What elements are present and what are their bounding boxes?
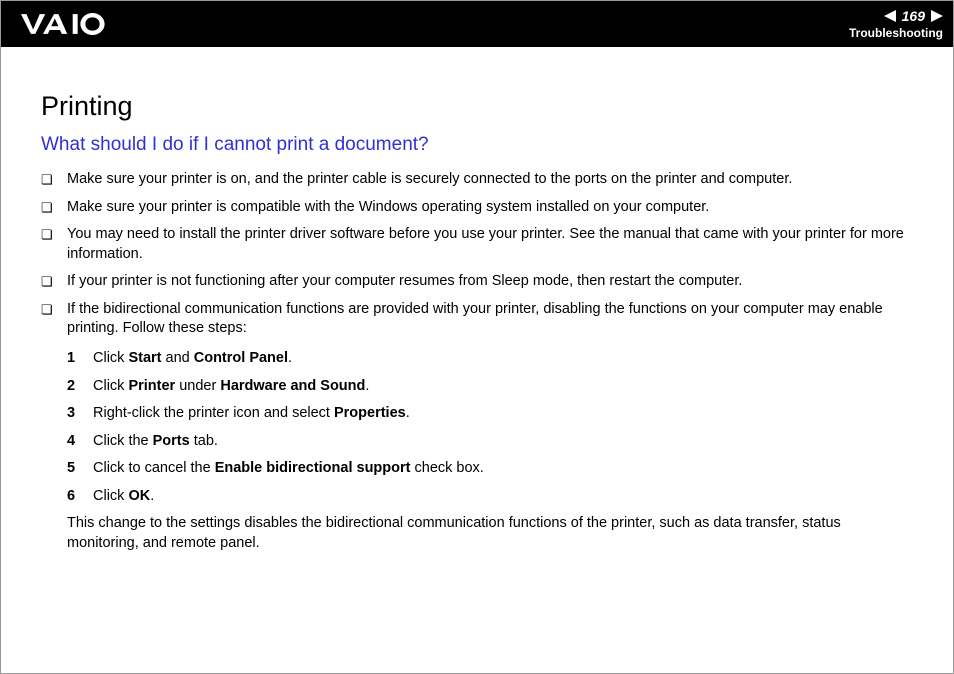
- bullet-icon: ❏: [41, 272, 67, 292]
- next-page-arrow-icon[interactable]: [931, 10, 943, 22]
- question-heading: What should I do if I cannot print a doc…: [41, 134, 913, 156]
- vaio-logo: [21, 1, 131, 47]
- trailing-note: This change to the settings disables the…: [41, 514, 913, 553]
- list-item: ❏ You may need to install the printer dr…: [41, 225, 913, 264]
- section-label: Troubleshooting: [849, 26, 943, 40]
- bullet-text: If the bidirectional communication funct…: [67, 300, 913, 339]
- bullet-text: You may need to install the printer driv…: [67, 225, 913, 264]
- step-item: 5 Click to cancel the Enable bidirection…: [67, 459, 913, 479]
- step-item: 3 Right-click the printer icon and selec…: [67, 404, 913, 424]
- header-right: 169 Troubleshooting: [849, 8, 943, 40]
- page-number: 169: [900, 8, 927, 24]
- numbered-steps: 1 Click Start and Control Panel. 2 Click…: [41, 349, 913, 506]
- prev-page-arrow-icon[interactable]: [884, 10, 896, 22]
- bullet-text: If your printer is not functioning after…: [67, 272, 913, 292]
- bullet-list: ❏ Make sure your printer is on, and the …: [41, 170, 913, 339]
- bullet-icon: ❏: [41, 170, 67, 190]
- bullet-icon: ❏: [41, 300, 67, 320]
- bullet-text: Make sure your printer is on, and the pr…: [67, 170, 913, 190]
- list-item: ❏ If your printer is not functioning aft…: [41, 272, 913, 292]
- header-bar: 169 Troubleshooting: [1, 1, 953, 47]
- step-text: Click the Ports tab.: [93, 432, 913, 452]
- step-text: Click to cancel the Enable bidirectional…: [93, 459, 913, 479]
- step-number: 2: [67, 377, 93, 397]
- list-item: ❏ Make sure your printer is compatible w…: [41, 198, 913, 218]
- step-text: Right-click the printer icon and select …: [93, 404, 913, 424]
- step-item: 1 Click Start and Control Panel.: [67, 349, 913, 369]
- step-number: 1: [67, 349, 93, 369]
- page-navigation: 169: [884, 8, 943, 24]
- content-area: Printing What should I do if I cannot pr…: [1, 47, 953, 553]
- step-item: 2 Click Printer under Hardware and Sound…: [67, 377, 913, 397]
- step-item: 6 Click OK.: [67, 487, 913, 507]
- list-item: ❏ Make sure your printer is on, and the …: [41, 170, 913, 190]
- step-number: 6: [67, 487, 93, 507]
- list-item: ❏ If the bidirectional communication fun…: [41, 300, 913, 339]
- step-number: 4: [67, 432, 93, 452]
- step-text: Click Printer under Hardware and Sound.: [93, 377, 913, 397]
- bullet-icon: ❏: [41, 225, 67, 245]
- step-item: 4 Click the Ports tab.: [67, 432, 913, 452]
- step-text: Click OK.: [93, 487, 913, 507]
- page-container: 169 Troubleshooting Printing What should…: [0, 0, 954, 674]
- bullet-icon: ❏: [41, 198, 67, 218]
- bullet-text: Make sure your printer is compatible wit…: [67, 198, 913, 218]
- page-title: Printing: [41, 91, 913, 122]
- step-number: 5: [67, 459, 93, 479]
- step-text: Click Start and Control Panel.: [93, 349, 913, 369]
- step-number: 3: [67, 404, 93, 424]
